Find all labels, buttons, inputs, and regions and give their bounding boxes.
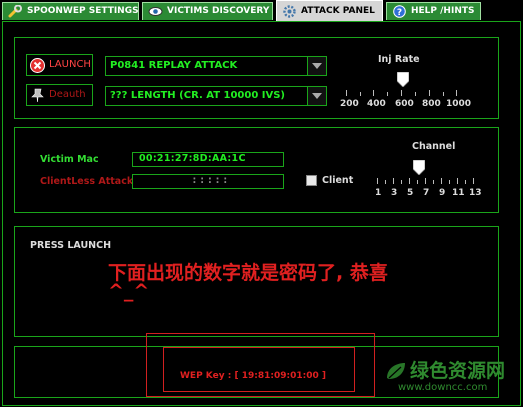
inj-rate-tick: 200 <box>340 99 359 109</box>
annotation-text: 下面出现的数字就是密码了, 恭喜 <box>108 262 388 284</box>
watermark-url: www.downcc.com <box>398 382 488 393</box>
channel-tick: 13 <box>469 188 482 198</box>
launch-button[interactable]: LAUNCH <box>26 54 93 76</box>
channel-tick: 7 <box>423 188 430 198</box>
client-label: Client <box>322 175 354 186</box>
tab-label: VICTIMS DISCOVERY <box>167 6 270 16</box>
chevron-down-icon <box>312 63 322 69</box>
watermark-title: 绿色资源网 <box>410 360 506 382</box>
inj-rate-tick: 800 <box>422 99 441 109</box>
channel-tick: 9 <box>439 188 446 198</box>
channel-label: Channel <box>412 141 456 152</box>
inj-rate-slider[interactable]: 200 400 600 800 1000 <box>340 70 472 112</box>
annotation-tail: ^_^ <box>108 280 150 302</box>
slider-thumb[interactable] <box>413 160 425 175</box>
gear-icon <box>283 5 296 18</box>
deauth-button[interactable]: Deauth <box>26 84 93 106</box>
inj-rate-label: Inj Rate <box>378 54 420 65</box>
attack-type-value: P0841 REPLAY ATTACK <box>110 60 238 71</box>
client-checkbox[interactable] <box>306 175 317 186</box>
chevron-down-icon <box>312 93 322 99</box>
length-select[interactable]: ??? LENGTH (CR. AT 10000 IVS) <box>105 86 327 106</box>
eye-icon <box>148 7 163 16</box>
channel-tick: 5 <box>407 188 414 198</box>
clientless-value: : : : : : <box>192 175 228 186</box>
wep-key-box <box>163 347 355 392</box>
clientless-label: ClientLess Attack <box>40 176 134 187</box>
victim-mac-value: 00:21:27:8D:AA:1C <box>139 153 246 164</box>
victim-mac-field[interactable]: 00:21:27:8D:AA:1C <box>132 152 284 167</box>
channel-tick: 1 <box>375 188 382 198</box>
status-text: PRESS LAUNCH <box>30 240 112 251</box>
help-icon: ? <box>393 5 406 18</box>
tab-help-hints[interactable]: ? HELP /HINTS <box>386 2 481 20</box>
channel-tick: 3 <box>391 188 398 198</box>
tab-label: HELP /HINTS <box>411 6 475 16</box>
length-value: ??? LENGTH (CR. AT 10000 IVS) <box>110 90 286 101</box>
tab-label: SPOONWEP SETTINGS <box>27 6 139 16</box>
inj-rate-tick: 600 <box>395 99 414 109</box>
svg-text:?: ? <box>397 8 402 18</box>
tab-spoonwep-settings[interactable]: SPOONWEP SETTINGS <box>2 2 139 20</box>
launch-label: LAUNCH <box>49 59 91 70</box>
tab-victims-discovery[interactable]: VICTIMS DISCOVERY <box>142 2 273 20</box>
tab-attack-panel[interactable]: ATTACK PANEL <box>276 0 383 22</box>
clientless-field[interactable]: : : : : : <box>132 174 284 189</box>
watermark-logo-icon <box>387 363 405 379</box>
inj-rate-tick: 1000 <box>446 99 472 109</box>
wrench-icon <box>8 5 22 18</box>
attack-type-select[interactable]: P0841 REPLAY ATTACK <box>105 56 327 76</box>
dropdown-arrow[interactable] <box>307 87 326 105</box>
victim-mac-label: Victim Mac <box>40 154 99 165</box>
deauth-label: Deauth <box>49 89 86 100</box>
slider-thumb[interactable] <box>397 72 409 87</box>
pushpin-icon <box>31 88 44 103</box>
channel-tick: 11 <box>452 188 465 198</box>
dropdown-arrow[interactable] <box>307 57 326 75</box>
tab-label: ATTACK PANEL <box>301 6 375 16</box>
wep-key-text: WEP Key : [ 19:81:09:01:00 ] <box>180 371 326 381</box>
tab-bar: SPOONWEP SETTINGS VICTIMS DISCOVERY ATTA… <box>0 0 523 22</box>
stop-icon <box>30 58 45 73</box>
channel-slider[interactable]: 1 3 5 7 9 11 13 <box>372 158 492 202</box>
inj-rate-tick: 400 <box>367 99 386 109</box>
